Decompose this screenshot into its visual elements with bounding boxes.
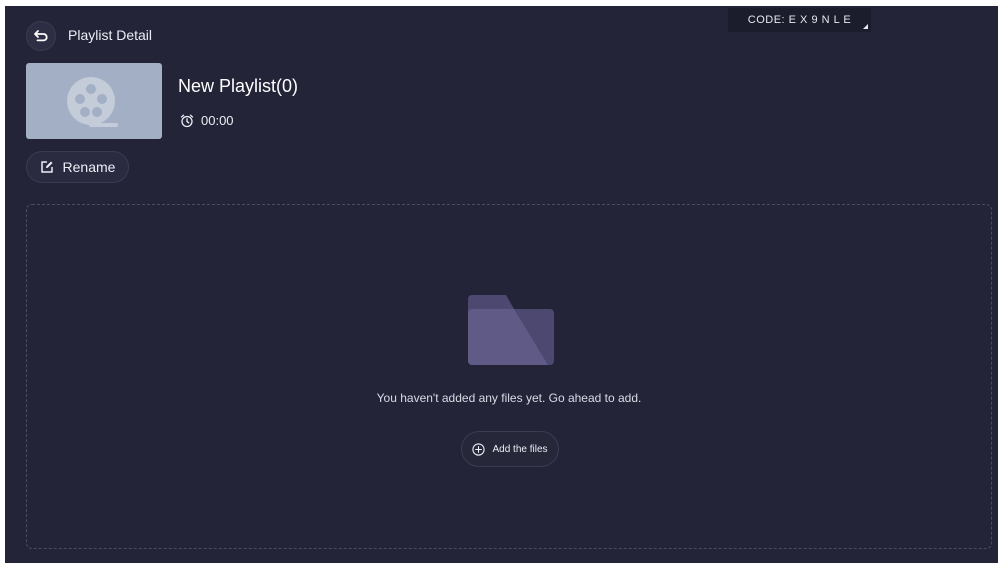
playlist-duration: 00:00 bbox=[180, 113, 234, 128]
alarm-clock-icon bbox=[180, 114, 194, 127]
rename-button[interactable]: Rename bbox=[26, 151, 129, 183]
add-files-label: Add the files bbox=[492, 443, 548, 455]
edit-icon bbox=[40, 161, 53, 173]
duration-text: 00:00 bbox=[201, 113, 234, 128]
device-code-badge: CODE: E X 9 N L E bbox=[728, 8, 871, 32]
add-files-button[interactable]: Add the files bbox=[461, 431, 559, 467]
empty-state-message: You haven't added any files yet. Go ahea… bbox=[376, 391, 642, 405]
plus-circle-icon bbox=[472, 442, 486, 456]
playlist-detail-screen: Playlist Detail CODE: E X 9 N L E New Pl… bbox=[5, 6, 998, 563]
playlist-name: New Playlist(0) bbox=[178, 76, 299, 96]
device-code-text: CODE: E X 9 N L E bbox=[747, 14, 852, 26]
rename-label: Rename bbox=[62, 159, 116, 175]
folder-icon bbox=[468, 295, 554, 365]
resize-corner-icon bbox=[863, 24, 868, 29]
back-button[interactable] bbox=[26, 21, 56, 51]
back-arrow-icon bbox=[34, 30, 48, 42]
files-drop-zone: You haven't added any files yet. Go ahea… bbox=[26, 204, 992, 549]
film-reel-icon bbox=[67, 77, 118, 127]
page-title: Playlist Detail bbox=[68, 27, 153, 43]
playlist-thumbnail bbox=[26, 63, 162, 139]
